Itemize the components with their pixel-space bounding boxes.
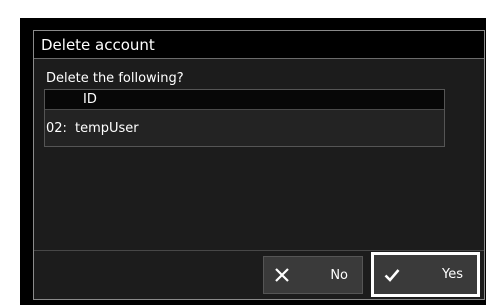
list-item: 02: tempUser (45, 110, 444, 147)
close-icon (275, 268, 289, 282)
column-header-id: ID (83, 92, 97, 107)
checkmark-icon (384, 268, 400, 282)
no-button[interactable]: No (263, 256, 363, 294)
account-number: 02: (46, 121, 67, 136)
no-button-label: No (330, 267, 348, 283)
account-list: ID 02: tempUser (44, 89, 445, 147)
account-name: tempUser (75, 121, 139, 136)
yes-button[interactable]: Yes (371, 252, 480, 297)
yes-button-label: Yes (442, 267, 463, 282)
confirm-prompt: Delete the following? (46, 71, 184, 86)
dialog-header: Delete account (34, 31, 484, 59)
dialog-title: Delete account (41, 36, 155, 54)
footer-divider (34, 250, 484, 251)
list-header: ID (45, 90, 444, 110)
delete-account-dialog: Delete account Delete the following? ID … (33, 30, 485, 300)
